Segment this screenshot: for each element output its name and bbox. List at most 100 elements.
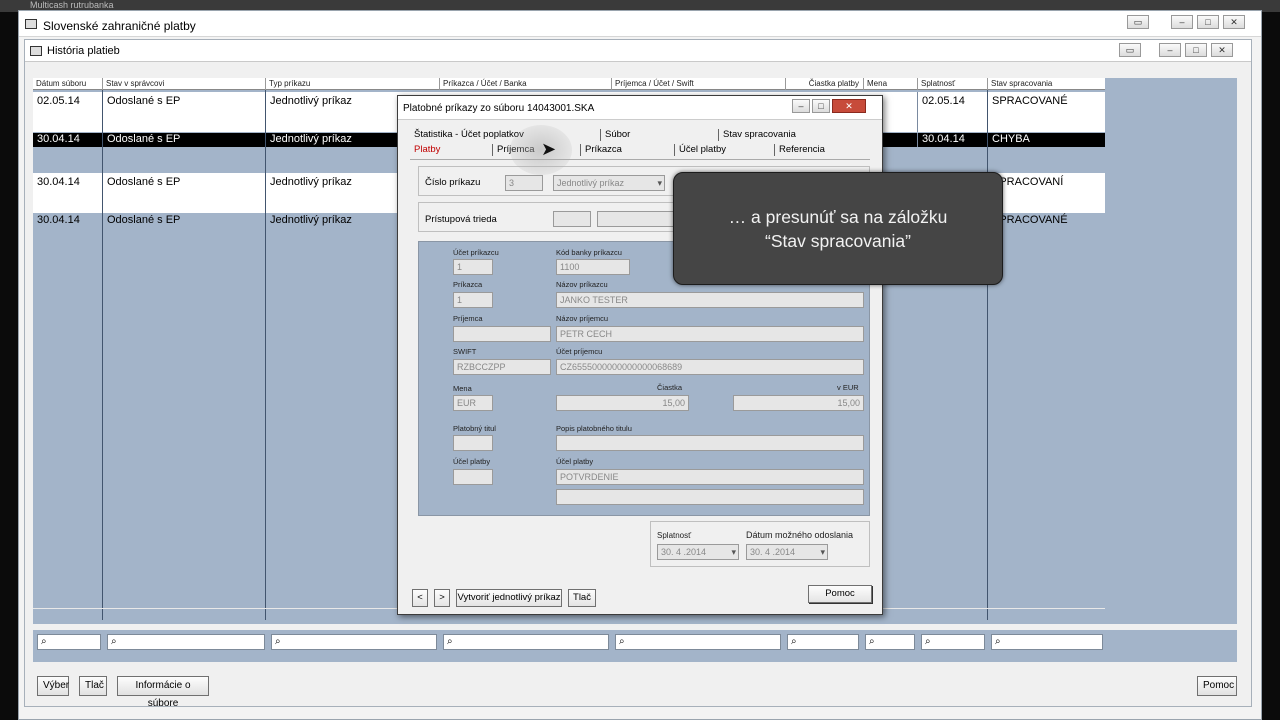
mouse-cursor-icon: ➤ bbox=[541, 139, 557, 159]
payment-title-desc-field[interactable] bbox=[556, 435, 864, 451]
label: Účet príjemcu bbox=[556, 347, 603, 356]
cell-status: Odoslané s EP bbox=[102, 133, 180, 147]
prev-button[interactable]: < bbox=[412, 589, 428, 607]
orderer-name-field[interactable]: JANKO TESTER bbox=[556, 292, 864, 308]
close-button[interactable]: ✕ bbox=[832, 99, 866, 113]
help-button[interactable]: Pomoc bbox=[1197, 676, 1237, 696]
payee-account-field[interactable]: CZ6555000000000000068689 bbox=[556, 359, 864, 375]
label: Mena bbox=[453, 384, 472, 393]
send-date-picker[interactable]: 30. 4 .2014 bbox=[746, 544, 828, 560]
grid-header: Dátum súboru Stav v správcovi Typ príkaz… bbox=[33, 78, 1105, 90]
currency-field[interactable]: EUR bbox=[453, 395, 493, 411]
label: v EUR bbox=[837, 383, 859, 392]
tab-payments[interactable]: Platby bbox=[410, 144, 440, 156]
col-header-amount[interactable]: Čiastka platby bbox=[785, 78, 863, 90]
print-button[interactable]: Tlač bbox=[79, 676, 107, 696]
background-window-title: Multicash rutrubanka bbox=[30, 0, 114, 10]
cell-due: 30.04.14 bbox=[917, 133, 965, 147]
label: Popis platobného titulu bbox=[556, 424, 632, 433]
purpose-field-2[interactable] bbox=[556, 489, 864, 505]
label: SWIFT bbox=[453, 347, 477, 356]
bank-code-field[interactable]: 1100 bbox=[556, 259, 630, 275]
dialog-titlebar: Platobné príkazy zo súboru 14043001.SKA … bbox=[398, 96, 882, 120]
restore-icon[interactable]: ▭ bbox=[1127, 15, 1149, 29]
filter-orderer[interactable]: ⌕ bbox=[443, 634, 609, 650]
cell-type: Jednotlivý príkaz bbox=[265, 133, 352, 147]
due-date-label: Splatnosť bbox=[657, 531, 692, 540]
order-type-select[interactable]: Jednotlivý príkaz bbox=[553, 175, 665, 191]
col-header-currency[interactable]: Mena bbox=[863, 78, 917, 90]
cell-status: Odoslané s EP bbox=[102, 92, 180, 132]
payment-title-field[interactable] bbox=[453, 435, 493, 451]
cell-date: 30.04.14 bbox=[37, 176, 80, 188]
label: Čiastka bbox=[657, 383, 683, 392]
callout-line-2: “Stav spracovania” bbox=[765, 231, 911, 251]
filter-amount[interactable]: ⌕ bbox=[787, 634, 859, 650]
maximize-button[interactable]: □ bbox=[812, 99, 830, 113]
label: Účel platby bbox=[453, 457, 491, 466]
amount-field[interactable]: 15,00 bbox=[556, 395, 689, 411]
tab-purpose[interactable]: Účel platby bbox=[674, 144, 726, 156]
access-class-field[interactable] bbox=[553, 211, 591, 227]
label: Príkazca bbox=[453, 280, 483, 289]
tab-statistics[interactable]: Štatistika - Účet poplatkov bbox=[410, 129, 524, 141]
col-header-status[interactable]: Stav v správcovi bbox=[102, 78, 265, 90]
col-header-payee[interactable]: Príjemca / Účet / Swift bbox=[611, 78, 785, 90]
filter-processing[interactable]: ⌕ bbox=[991, 634, 1103, 650]
order-number-field[interactable]: 3 bbox=[505, 175, 543, 191]
print-button[interactable]: Tlač bbox=[568, 589, 596, 607]
dialog-tabs: Štatistika - Účet poplatkov Súbor Stav s… bbox=[410, 126, 870, 160]
tab-reference[interactable]: Referencia bbox=[774, 144, 825, 156]
cell-processing: CHYBA bbox=[987, 133, 1030, 147]
filter-currency[interactable]: ⌕ bbox=[865, 634, 915, 650]
close-button[interactable]: ✕ bbox=[1211, 43, 1233, 57]
restore-icon[interactable]: ▭ bbox=[1119, 43, 1141, 57]
column-divider bbox=[102, 90, 103, 620]
col-header-date[interactable]: Dátum súboru bbox=[33, 78, 102, 90]
minimize-button[interactable]: – bbox=[1159, 43, 1181, 57]
label: Kód banky príkazcu bbox=[556, 248, 622, 257]
app-icon bbox=[25, 19, 37, 29]
label: Účel platby bbox=[556, 457, 594, 466]
col-header-due[interactable]: Splatnosť bbox=[917, 78, 987, 90]
swift-field[interactable]: RZBCCZPP bbox=[453, 359, 551, 375]
amount-eur-field[interactable]: 15,00 bbox=[733, 395, 864, 411]
filter-type[interactable]: ⌕ bbox=[271, 634, 437, 650]
payee-field[interactable] bbox=[453, 326, 551, 342]
filter-payee[interactable]: ⌕ bbox=[615, 634, 781, 650]
filter-due[interactable]: ⌕ bbox=[921, 634, 985, 650]
filter-date[interactable]: ⌕ bbox=[37, 634, 101, 650]
col-header-type[interactable]: Typ príkazu bbox=[265, 78, 439, 90]
maximize-button[interactable]: □ bbox=[1185, 43, 1207, 57]
cell-date: 02.05.14 bbox=[37, 95, 80, 107]
next-button[interactable]: > bbox=[434, 589, 450, 607]
dates-group: Splatnosť 30. 4 .2014 Dátum možného odos… bbox=[650, 521, 870, 567]
purpose-field[interactable]: POTVRDENIE bbox=[556, 469, 864, 485]
cell-processing: SPRACOVANÉ bbox=[987, 92, 1068, 132]
help-button[interactable]: Pomoc bbox=[808, 585, 872, 603]
minimize-button[interactable]: – bbox=[1171, 15, 1193, 29]
col-header-processing[interactable]: Stav spracovania bbox=[987, 78, 1105, 90]
col-header-orderer[interactable]: Príkazca / Účet / Banka bbox=[439, 78, 611, 90]
select-button[interactable]: Výber bbox=[37, 676, 69, 696]
tab-processing-status[interactable]: Stav spracovania bbox=[718, 129, 796, 141]
cell-type: Jednotlivý príkaz bbox=[265, 92, 352, 132]
tab-file[interactable]: Súbor bbox=[600, 129, 630, 141]
cell-status: Odoslané s EP bbox=[102, 214, 180, 228]
maximize-button[interactable]: □ bbox=[1197, 15, 1219, 29]
due-date-picker[interactable]: 30. 4 .2014 bbox=[657, 544, 739, 560]
orderer-field[interactable]: 1 bbox=[453, 292, 493, 308]
tab-orderer[interactable]: Príkazca bbox=[580, 144, 622, 156]
cell-due: 02.05.14 bbox=[917, 92, 965, 132]
minimize-button[interactable]: – bbox=[792, 99, 810, 113]
callout-line-1: … a presunúť sa na záložku bbox=[728, 207, 948, 227]
access-class-desc[interactable] bbox=[597, 211, 677, 227]
orderer-account-field[interactable]: 1 bbox=[453, 259, 493, 275]
close-button[interactable]: ✕ bbox=[1223, 15, 1245, 29]
purpose-code-field[interactable] bbox=[453, 469, 493, 485]
payee-name-field[interactable]: PETR CECH bbox=[556, 326, 864, 342]
filter-status[interactable]: ⌕ bbox=[107, 634, 265, 650]
file-info-button[interactable]: Informácie o súbore bbox=[117, 676, 209, 709]
dialog-title: Platobné príkazy zo súboru 14043001.SKA bbox=[403, 103, 595, 114]
create-order-button[interactable]: Vytvoriť jednotlivý príkaz bbox=[456, 589, 562, 607]
